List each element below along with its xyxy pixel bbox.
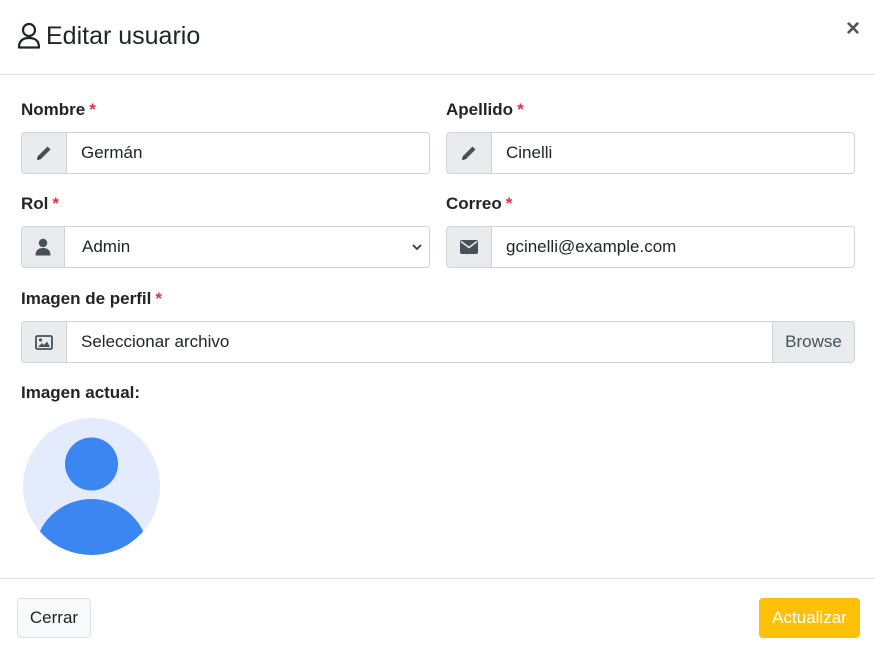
apellido-label-text: Apellido	[446, 100, 514, 119]
imagen-perfil-addon	[21, 321, 67, 363]
rol-select[interactable]: Admin	[65, 226, 430, 268]
image-icon	[35, 334, 53, 350]
actualizar-button[interactable]: Actualizar	[759, 598, 860, 638]
correo-label-text: Correo	[446, 194, 502, 213]
nombre-input-group: Germán	[21, 132, 430, 174]
required-mark: *	[52, 194, 60, 213]
close-icon[interactable]: ×	[840, 16, 866, 42]
chevron-down-icon	[412, 244, 422, 251]
nombre-addon	[21, 132, 67, 174]
apellido-input[interactable]: Cinelli	[492, 132, 855, 174]
required-mark: *	[505, 194, 513, 213]
nombre-label-text: Nombre	[21, 100, 86, 119]
rol-input-group: Admin	[21, 226, 430, 268]
imagen-perfil-label-text: Imagen de perfil	[21, 289, 152, 308]
apellido-label: Apellido *	[446, 99, 524, 121]
correo-addon	[446, 226, 492, 268]
pencil-icon	[37, 146, 51, 160]
required-mark: *	[517, 100, 524, 119]
user-icon	[35, 238, 51, 256]
avatar	[23, 418, 160, 555]
cerrar-button[interactable]: Cerrar	[17, 598, 91, 638]
modal-title: Editar usuario	[46, 22, 201, 50]
imagen-perfil-input-group: Seleccionar archivo Browse	[21, 321, 855, 363]
browse-button[interactable]: Browse	[772, 321, 855, 363]
nombre-label: Nombre *	[21, 99, 96, 121]
file-input[interactable]: Seleccionar archivo	[67, 321, 774, 363]
rol-label: Rol *	[21, 193, 59, 215]
apellido-addon	[446, 132, 492, 174]
nombre-input[interactable]: Germán	[67, 132, 430, 174]
apellido-input-group: Cinelli	[446, 132, 855, 174]
required-mark: *	[155, 289, 162, 308]
rol-label-text: Rol	[21, 194, 49, 213]
correo-label: Correo *	[446, 193, 512, 215]
correo-input-group: gcinelli@example.com	[446, 226, 855, 268]
modal-header: Editar usuario ×	[0, 0, 875, 75]
user-outline-icon	[17, 22, 41, 49]
rol-selected-value: Admin	[82, 237, 131, 256]
imagen-perfil-label: Imagen de perfil *	[21, 288, 162, 310]
pencil-icon	[462, 146, 476, 160]
rol-addon	[21, 226, 65, 268]
modal-footer: Cerrar Actualizar	[0, 578, 875, 655]
required-mark: *	[89, 100, 96, 119]
envelope-icon	[460, 240, 478, 254]
imagen-actual-label: Imagen actual:	[21, 383, 141, 402]
correo-input[interactable]: gcinelli@example.com	[492, 226, 855, 268]
